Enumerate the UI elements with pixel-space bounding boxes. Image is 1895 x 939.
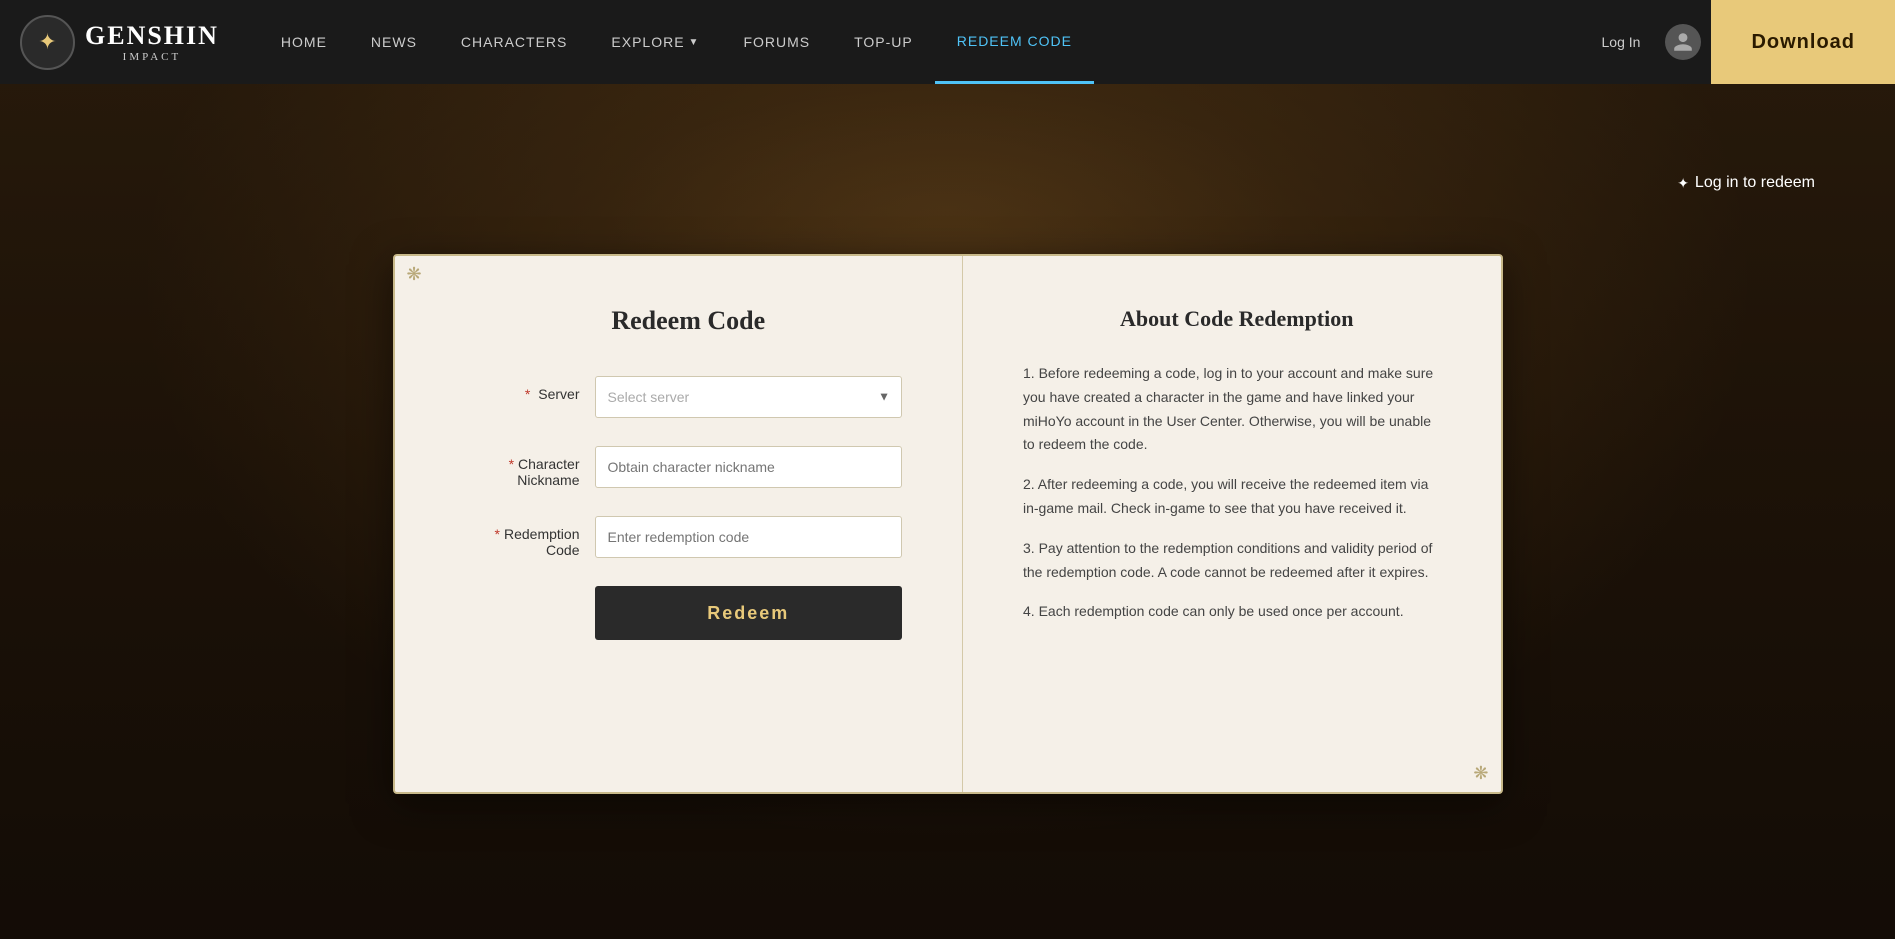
nav-home[interactable]: HOME	[259, 0, 349, 84]
code-label: *RedemptionCode	[475, 516, 595, 558]
nav-redeem-code[interactable]: REDEEM CODE	[935, 0, 1094, 84]
nav-right: Log In Download	[1587, 0, 1895, 84]
server-field-group: * Server Select server America Europe As…	[475, 376, 903, 418]
form-section: Redeem Code * Server Select server Ameri…	[395, 256, 964, 792]
login-to-redeem-button[interactable]: Log in to redeem	[1677, 174, 1815, 192]
nickname-label: *CharacterNickname	[475, 446, 595, 488]
form-title: Redeem Code	[475, 306, 903, 336]
hero-section: Log in to redeem Redeem Code * Server Se…	[0, 0, 1895, 939]
logo-main-text: GENSHIN	[85, 21, 219, 51]
code-input[interactable]	[595, 516, 903, 558]
redeem-card: Redeem Code * Server Select server Ameri…	[393, 254, 1503, 794]
login-button[interactable]: Log In	[1587, 34, 1656, 50]
navbar: ✦ GENSHIN IMPACT HOME NEWS CHARACTERS EX…	[0, 0, 1895, 84]
nickname-input[interactable]	[595, 446, 903, 488]
server-label: * Server	[475, 376, 595, 402]
code-field-group: *RedemptionCode	[475, 516, 903, 558]
nav-characters[interactable]: CHARACTERS	[439, 0, 589, 84]
about-point-1: 1. Before redeeming a code, log in to yo…	[1023, 362, 1441, 457]
logo[interactable]: ✦ GENSHIN IMPACT	[20, 15, 219, 70]
about-text: 1. Before redeeming a code, log in to yo…	[1023, 362, 1441, 624]
server-select-wrapper: Select server America Europe Asia TW/HK/…	[595, 376, 903, 418]
download-button[interactable]: Download	[1711, 0, 1895, 84]
chevron-down-icon: ▼	[689, 37, 700, 48]
logo-icon: ✦	[20, 15, 75, 70]
login-redeem-bar: Log in to redeem	[0, 84, 1895, 192]
about-point-2: 2. After redeeming a code, you will rece…	[1023, 473, 1441, 521]
nav-forums[interactable]: FORUMS	[721, 0, 832, 84]
about-point-4: 4. Each redemption code can only be used…	[1023, 600, 1441, 624]
about-content[interactable]: 1. Before redeeming a code, log in to yo…	[1023, 362, 1451, 742]
logo-sub-text: IMPACT	[85, 51, 219, 63]
about-point-3: 3. Pay attention to the redemption condi…	[1023, 537, 1441, 585]
nav-news[interactable]: NEWS	[349, 0, 439, 84]
about-section: About Code Redemption 1. Before redeemin…	[963, 256, 1501, 792]
avatar-icon[interactable]	[1665, 24, 1701, 60]
nickname-field-group: *CharacterNickname	[475, 446, 903, 488]
about-title: About Code Redemption	[1023, 306, 1451, 332]
server-select[interactable]: Select server America Europe Asia TW/HK/…	[595, 376, 903, 418]
nav-links: HOME NEWS CHARACTERS EXPLORE ▼ FORUMS TO…	[259, 0, 1587, 84]
nav-topup[interactable]: TOP-UP	[832, 0, 935, 84]
nav-explore[interactable]: EXPLORE ▼	[589, 0, 721, 84]
redeem-button[interactable]: Redeem	[595, 586, 903, 640]
